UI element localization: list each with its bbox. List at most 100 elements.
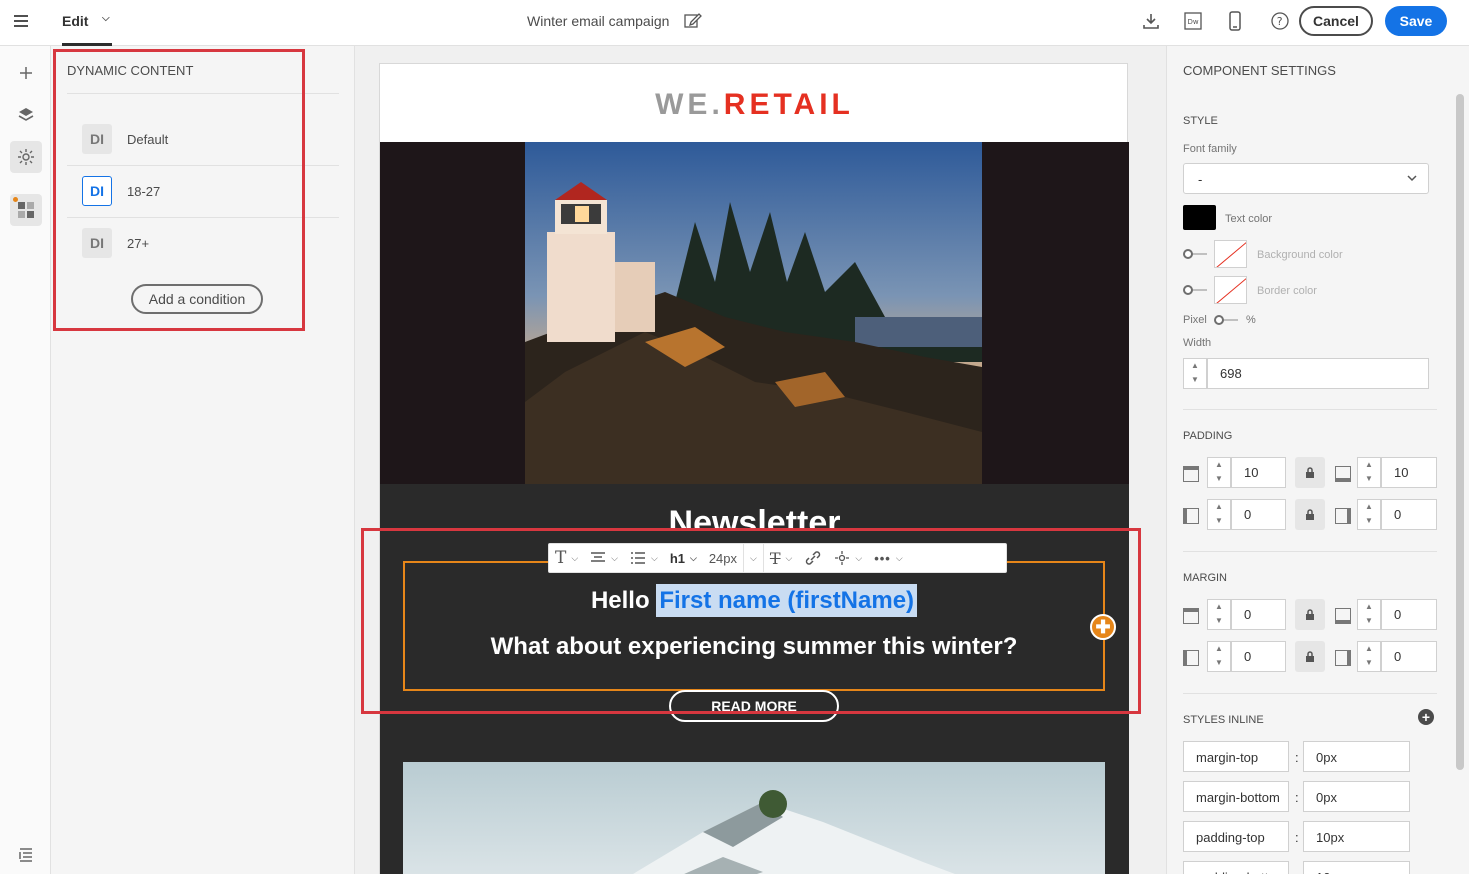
- inline-style-key[interactable]: margin-bottom: [1183, 781, 1289, 812]
- padding-right-icon: [1335, 508, 1351, 524]
- inline-style-value[interactable]: 10px: [1303, 861, 1410, 874]
- help-icon[interactable]: ?: [1270, 11, 1290, 31]
- heading-level-dropdown[interactable]: h1 ⌵: [664, 543, 703, 573]
- lock-icon: [1306, 508, 1314, 520]
- text-color-label: Text color: [1225, 213, 1273, 225]
- add-condition-button[interactable]: Add a condition: [131, 284, 263, 314]
- margin-left-stepper[interactable]: ▲ ▼: [1207, 641, 1231, 672]
- unit-toggle[interactable]: [1214, 315, 1238, 325]
- personalization-icon[interactable]: [10, 141, 42, 173]
- clear-format-icon: T: [769, 548, 781, 568]
- link-button[interactable]: [798, 543, 828, 573]
- padding-lock-icon[interactable]: [1295, 499, 1325, 530]
- font-size-value: 24px: [708, 550, 738, 566]
- greeting-line: Hello First name (firstName): [405, 584, 1103, 617]
- font-family-select[interactable]: -: [1183, 163, 1429, 194]
- font-size-chevron[interactable]: ⌵: [743, 543, 764, 573]
- border-color-swatch[interactable]: [1214, 276, 1247, 304]
- left-rail: [0, 46, 51, 874]
- border-color-label: Border color: [1257, 285, 1317, 297]
- padding-top-stepper[interactable]: ▲ ▼: [1207, 457, 1231, 488]
- read-more-button[interactable]: READ MORE: [669, 690, 839, 722]
- margin-top-input[interactable]: 0: [1231, 599, 1286, 630]
- add-inline-style-icon[interactable]: +: [1418, 709, 1434, 725]
- background-color-toggle[interactable]: [1183, 249, 1207, 259]
- inline-style-value[interactable]: 0px: [1303, 781, 1410, 812]
- panel-title: COMPONENT SETTINGS: [1183, 63, 1336, 78]
- font-size-dropdown[interactable]: 24px: [703, 543, 743, 573]
- personalize-dropdown[interactable]: ⌵: [828, 543, 868, 573]
- padding-left-stepper[interactable]: ▲ ▼: [1207, 499, 1231, 530]
- condition-item-default[interactable]: DI Default: [67, 114, 339, 166]
- save-button[interactable]: Save: [1385, 6, 1447, 36]
- selected-text-block[interactable]: Hello First name (firstName) What about …: [403, 561, 1105, 691]
- width-label: Width: [1183, 337, 1212, 349]
- margin-bottom-stepper[interactable]: ▲ ▼: [1357, 599, 1381, 630]
- inline-style-value[interactable]: 10px: [1303, 821, 1410, 852]
- svg-text:?: ?: [1277, 15, 1283, 28]
- font-family-label: Font family: [1183, 143, 1237, 155]
- background-color-swatch[interactable]: [1214, 240, 1247, 268]
- panel-title: DYNAMIC CONTENT: [67, 63, 194, 78]
- margin-lock-icon[interactable]: [1295, 599, 1325, 630]
- inline-style-key[interactable]: padding-bottom: [1183, 861, 1289, 874]
- settings-list-icon[interactable]: [10, 838, 42, 870]
- download-icon[interactable]: [1141, 11, 1161, 31]
- heading-behind-toolbar: Newsletter: [668, 504, 841, 530]
- text-color-swatch[interactable]: [1183, 205, 1216, 230]
- mode-dropdown[interactable]: Edit ⌵: [62, 0, 112, 46]
- margin-left-input[interactable]: 0: [1231, 641, 1286, 672]
- margin-right-stepper[interactable]: ▲ ▼: [1357, 641, 1381, 672]
- lock-icon: [1306, 650, 1314, 662]
- divider: [67, 93, 339, 94]
- dreamweaver-export-icon[interactable]: Dw: [1183, 11, 1203, 31]
- text-style-dropdown[interactable]: T ⌵: [549, 543, 584, 573]
- margin-right-input[interactable]: 0: [1381, 641, 1437, 672]
- move-handle-icon[interactable]: ✚: [1090, 614, 1116, 640]
- width-stepper[interactable]: ▲ ▼: [1183, 358, 1207, 389]
- personalization-field-firstname[interactable]: First name (firstName): [656, 584, 918, 617]
- padding-lock-icon[interactable]: [1295, 457, 1325, 488]
- border-color-toggle[interactable]: [1183, 285, 1207, 295]
- dynamic-content-icon[interactable]: [10, 194, 42, 226]
- mode-label: Edit: [62, 13, 89, 29]
- list-dropdown[interactable]: ⌵: [624, 543, 664, 573]
- padding-bottom-stepper[interactable]: ▲ ▼: [1357, 457, 1381, 488]
- text-formatting-toolbar: T ⌵ ⌵ ⌵ h1 ⌵ 24px ⌵ T ⌵ ⌵ ••• ⌵: [548, 543, 1007, 573]
- margin-section-title: MARGIN: [1183, 572, 1227, 584]
- margin-lock-icon[interactable]: [1295, 641, 1325, 672]
- condition-label: 27+: [127, 236, 150, 251]
- padding-bottom-input[interactable]: 10: [1381, 457, 1437, 488]
- hero-side-left: [380, 142, 525, 484]
- lock-icon: [1306, 466, 1314, 478]
- margin-bottom-input[interactable]: 0: [1381, 599, 1437, 630]
- more-options-dropdown[interactable]: ••• ⌵: [868, 543, 908, 573]
- mobile-preview-icon[interactable]: [1225, 11, 1245, 31]
- condition-item-27-plus[interactable]: DI 27+: [67, 218, 339, 270]
- padding-right-stepper[interactable]: ▲ ▼: [1357, 499, 1381, 530]
- condition-label: 18-27: [127, 184, 161, 199]
- cancel-button[interactable]: Cancel: [1299, 6, 1373, 36]
- more-icon: •••: [874, 550, 891, 566]
- layers-icon[interactable]: [10, 99, 42, 131]
- condition-item-18-27[interactable]: DI 18-27: [67, 166, 339, 218]
- alignment-dropdown[interactable]: ⌵: [584, 543, 624, 573]
- rename-pencil-icon[interactable]: [684, 11, 702, 29]
- hamburger-menu-icon[interactable]: [14, 12, 38, 32]
- add-component-icon[interactable]: [10, 57, 42, 89]
- padding-left-input[interactable]: 0: [1231, 499, 1286, 530]
- font-family-value: -: [1198, 172, 1203, 187]
- scrollbar[interactable]: [1456, 94, 1464, 770]
- lighthouse-image[interactable]: [525, 142, 982, 484]
- margin-top-stepper[interactable]: ▲ ▼: [1207, 599, 1231, 630]
- width-input[interactable]: 698: [1207, 358, 1429, 389]
- document-title: Winter email campaign: [527, 13, 670, 29]
- snowy-mountain-image[interactable]: [403, 762, 1105, 874]
- inline-style-key[interactable]: margin-top: [1183, 741, 1289, 772]
- clear-format-dropdown[interactable]: T ⌵: [764, 543, 799, 573]
- inline-style-key[interactable]: padding-top: [1183, 821, 1289, 852]
- padding-right-input[interactable]: 0: [1381, 499, 1437, 530]
- inline-style-value[interactable]: 0px: [1303, 741, 1410, 772]
- padding-section-title: PADDING: [1183, 430, 1233, 442]
- padding-top-input[interactable]: 10: [1231, 457, 1286, 488]
